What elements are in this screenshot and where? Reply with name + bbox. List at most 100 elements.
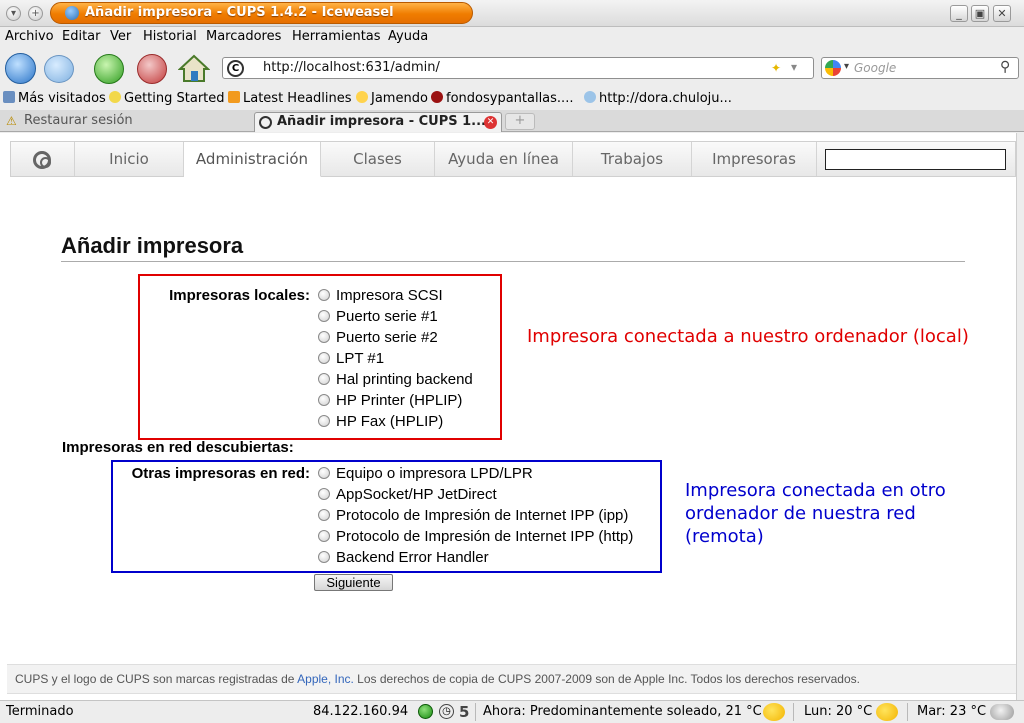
weather-monday[interactable]: Lun: 20 °C (804, 704, 872, 719)
radio-ipp[interactable]: Protocolo de Impresión de Internet IPP (… (318, 507, 628, 527)
next-button[interactable]: Siguiente (314, 574, 393, 591)
bookmark-icon (3, 91, 15, 103)
other-printers-label: Otras impresoras en red: (131, 465, 310, 482)
search-engine-dropdown-icon[interactable]: ▾ (844, 61, 849, 72)
radio-button[interactable] (318, 551, 330, 563)
menu-historial[interactable]: Historial (143, 29, 197, 44)
search-icon[interactable]: ⚲ (1000, 59, 1010, 75)
cups-navigation: Inicio Administración Clases Ayuda en lí… (10, 141, 1016, 177)
radio-button[interactable] (318, 352, 330, 364)
partly-sunny-icon (763, 703, 785, 721)
radio-button[interactable] (318, 415, 330, 427)
cups-home-link[interactable] (11, 142, 75, 176)
status-separator (793, 703, 794, 721)
dropdown-arrow-icon[interactable]: ▾ (791, 60, 797, 74)
forward-icon[interactable] (44, 55, 74, 83)
window-titlebar: ▾ + Añadir impresora - CUPS 1.4.2 - Icew… (0, 0, 1024, 27)
page-footer: CUPS y el logo de CUPS son marcas regist… (7, 664, 1016, 694)
nav-ayuda[interactable]: Ayuda en línea (435, 142, 573, 176)
radio-button[interactable] (318, 530, 330, 542)
radio-button[interactable] (318, 509, 330, 521)
remote-printer-annotation: Impresora conectada en otro ordenador de… (685, 480, 946, 547)
play-icon (356, 91, 368, 103)
radio-ipp-http[interactable]: Protocolo de Impresión de Internet IPP (… (318, 528, 633, 548)
stop-icon[interactable] (137, 54, 167, 84)
radio-button[interactable] (318, 467, 330, 479)
status-green-icon[interactable] (418, 704, 433, 719)
search-bar[interactable]: ▾ Google ⚲ (821, 57, 1019, 79)
cups-search-input[interactable] (825, 149, 1006, 170)
cups-logo-icon (33, 151, 51, 169)
title-divider (61, 261, 965, 262)
rss-icon (228, 91, 240, 103)
menu-herramientas[interactable]: Herramientas (292, 29, 381, 44)
url-bar[interactable]: C http://localhost:631/admin/ ✦ ▾ (222, 57, 814, 79)
google-icon[interactable] (825, 60, 841, 76)
radio-button[interactable] (318, 488, 330, 500)
clock-icon[interactable]: ◷ (439, 704, 454, 719)
menu-marcadores[interactable]: Marcadores (206, 29, 281, 44)
close-icon[interactable]: ✕ (993, 5, 1011, 22)
bookmark-item[interactable]: fondosypantallas.... (431, 91, 573, 106)
radio-lpt-1[interactable]: LPT #1 (318, 350, 384, 370)
tab-anadir-impresora[interactable]: Añadir impresora - CUPS 1.... ✕ (254, 112, 502, 132)
radio-appsocket[interactable]: AppSocket/HP JetDirect (318, 486, 497, 506)
radio-impresora-scsi[interactable]: Impresora SCSI (318, 287, 443, 307)
maximize-icon[interactable]: ▣ (971, 5, 989, 22)
radio-button[interactable] (318, 289, 330, 301)
vertical-scrollbar[interactable] (1016, 133, 1024, 700)
nav-impresoras[interactable]: Impresoras (692, 142, 817, 176)
weather-tuesday[interactable]: Mar: 23 °C (917, 704, 986, 719)
home-icon[interactable] (177, 54, 211, 83)
radio-backend-error[interactable]: Backend Error Handler (318, 549, 489, 569)
radio-button[interactable] (318, 373, 330, 385)
new-tab-icon[interactable]: + (505, 113, 535, 130)
bookmark-star-icon[interactable]: ✦ (771, 61, 781, 75)
status-text: Terminado (6, 704, 74, 719)
radio-button[interactable] (318, 331, 330, 343)
bookmark-item[interactable]: Más visitados (3, 91, 106, 106)
sticky-icon[interactable]: + (28, 6, 43, 21)
radio-hp-printer[interactable]: HP Printer (HPLIP) (318, 392, 462, 412)
tab-restaurar[interactable]: ⚠ Restaurar sesión (2, 112, 252, 132)
ip-address: 84.122.160.94 (313, 704, 409, 719)
site-identity-icon[interactable]: C (227, 60, 244, 77)
minimize-icon[interactable]: _ (950, 5, 968, 22)
menu-archivo[interactable]: Archivo (5, 29, 54, 44)
window-menu-icon[interactable]: ▾ (6, 6, 21, 21)
rain-cloud-icon (990, 704, 1014, 720)
nav-trabajos[interactable]: Trabajos (573, 142, 692, 176)
browser-icon (65, 6, 79, 20)
bookmark-item[interactable]: http://dora.chuloju... (584, 91, 732, 106)
radio-puerto-serie-2[interactable]: Puerto serie #2 (318, 329, 438, 349)
menu-ver[interactable]: Ver (110, 29, 131, 44)
radio-puerto-serie-1[interactable]: Puerto serie #1 (318, 308, 438, 328)
menu-ayuda[interactable]: Ayuda (388, 29, 428, 44)
radio-hp-fax[interactable]: HP Fax (HPLIP) (318, 413, 443, 433)
nav-administracion[interactable]: Administración (184, 142, 321, 177)
radio-hal-backend[interactable]: Hal printing backend (318, 371, 473, 391)
close-tab-icon[interactable]: ✕ (484, 116, 497, 129)
radio-button[interactable] (318, 394, 330, 406)
reload-icon[interactable] (94, 54, 124, 84)
window-title: Añadir impresora - CUPS 1.4.2 - Icewease… (50, 2, 473, 24)
status-bar: Terminado 84.122.160.94 ◷ 5 Ahora: Predo… (0, 700, 1024, 723)
partly-sunny-icon (876, 703, 898, 721)
page-title: Añadir impresora (61, 233, 244, 258)
weather-now[interactable]: Ahora: Predominantemente soleado, 21 °C (483, 704, 762, 719)
apple-link[interactable]: Apple, Inc. (297, 672, 354, 686)
bulb-icon (109, 91, 121, 103)
nav-inicio[interactable]: Inicio (75, 142, 184, 176)
page-content: Inicio Administración Clases Ayuda en lí… (0, 133, 1016, 700)
menu-editar[interactable]: Editar (62, 29, 101, 44)
bookmark-item[interactable]: Latest Headlines (228, 91, 352, 106)
radio-button[interactable] (318, 310, 330, 322)
back-icon[interactable] (5, 53, 36, 84)
nav-clases[interactable]: Clases (321, 142, 435, 176)
bookmark-item[interactable]: Jamendo (356, 91, 428, 106)
search-input[interactable]: Google (854, 61, 896, 75)
radio-lpd-lpr[interactable]: Equipo o impresora LPD/LPR (318, 465, 533, 485)
counter-badge[interactable]: 5 (459, 703, 469, 721)
bookmark-item[interactable]: Getting Started (109, 91, 225, 106)
url-input[interactable]: http://localhost:631/admin/ (263, 60, 440, 75)
